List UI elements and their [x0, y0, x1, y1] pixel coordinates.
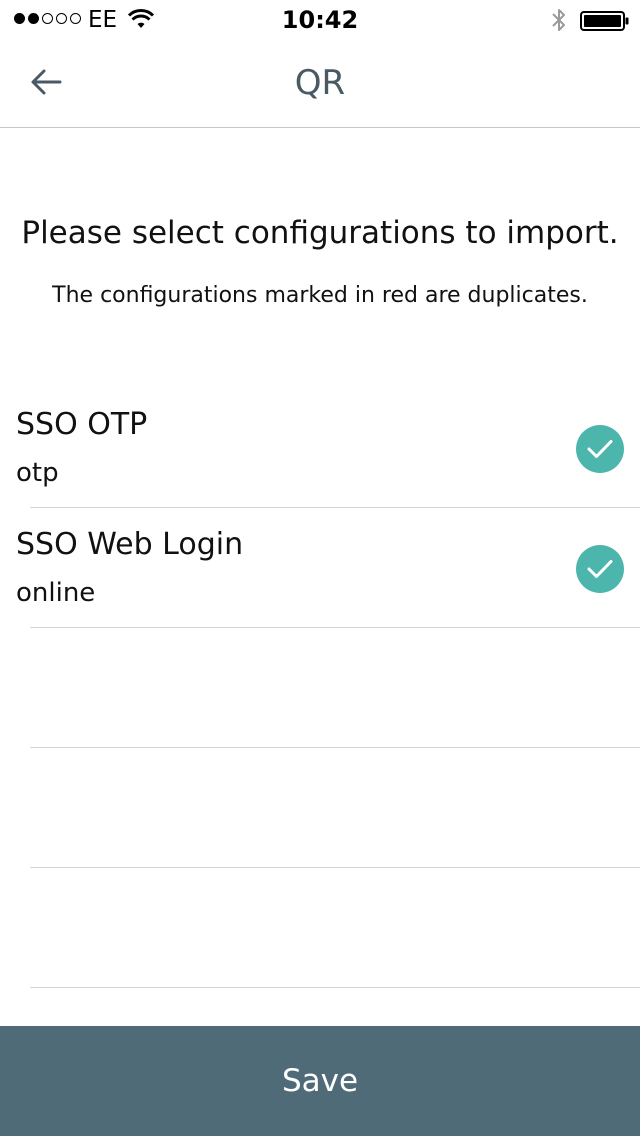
empty-list-row	[0, 748, 640, 868]
configuration-name: SSO OTP	[16, 407, 148, 442]
status-clock: 10:42	[281, 6, 359, 34]
navigation-bar: QR	[0, 40, 640, 128]
empty-list-row	[0, 628, 640, 748]
configuration-item[interactable]: SSO OTP otp	[0, 388, 640, 508]
page-title: QR	[294, 63, 346, 103]
check-icon[interactable]	[576, 425, 624, 473]
configuration-name: SSO Web Login	[16, 527, 244, 562]
configuration-item[interactable]: SSO Web Login online	[0, 508, 640, 628]
configuration-list: SSO OTP otp SSO Web Login online	[0, 388, 640, 988]
check-icon[interactable]	[576, 545, 624, 593]
instruction-heading: Please select configurations to import.	[21, 215, 619, 251]
configuration-type: online	[16, 578, 96, 608]
status-bar: EE 10:42	[0, 0, 640, 40]
configuration-type: otp	[16, 458, 59, 488]
checkmark-glyph	[587, 440, 613, 458]
divider	[30, 987, 640, 988]
bluetooth-icon	[552, 9, 565, 31]
save-button[interactable]: Save	[0, 1026, 640, 1136]
empty-list-row	[0, 868, 640, 988]
qr-import-screen: EE 10:42 QR Please select configurations…	[0, 0, 640, 1136]
checkmark-glyph	[587, 560, 613, 578]
duplicate-note: The configurations marked in red are dup…	[52, 283, 588, 308]
battery-icon	[580, 11, 629, 31]
